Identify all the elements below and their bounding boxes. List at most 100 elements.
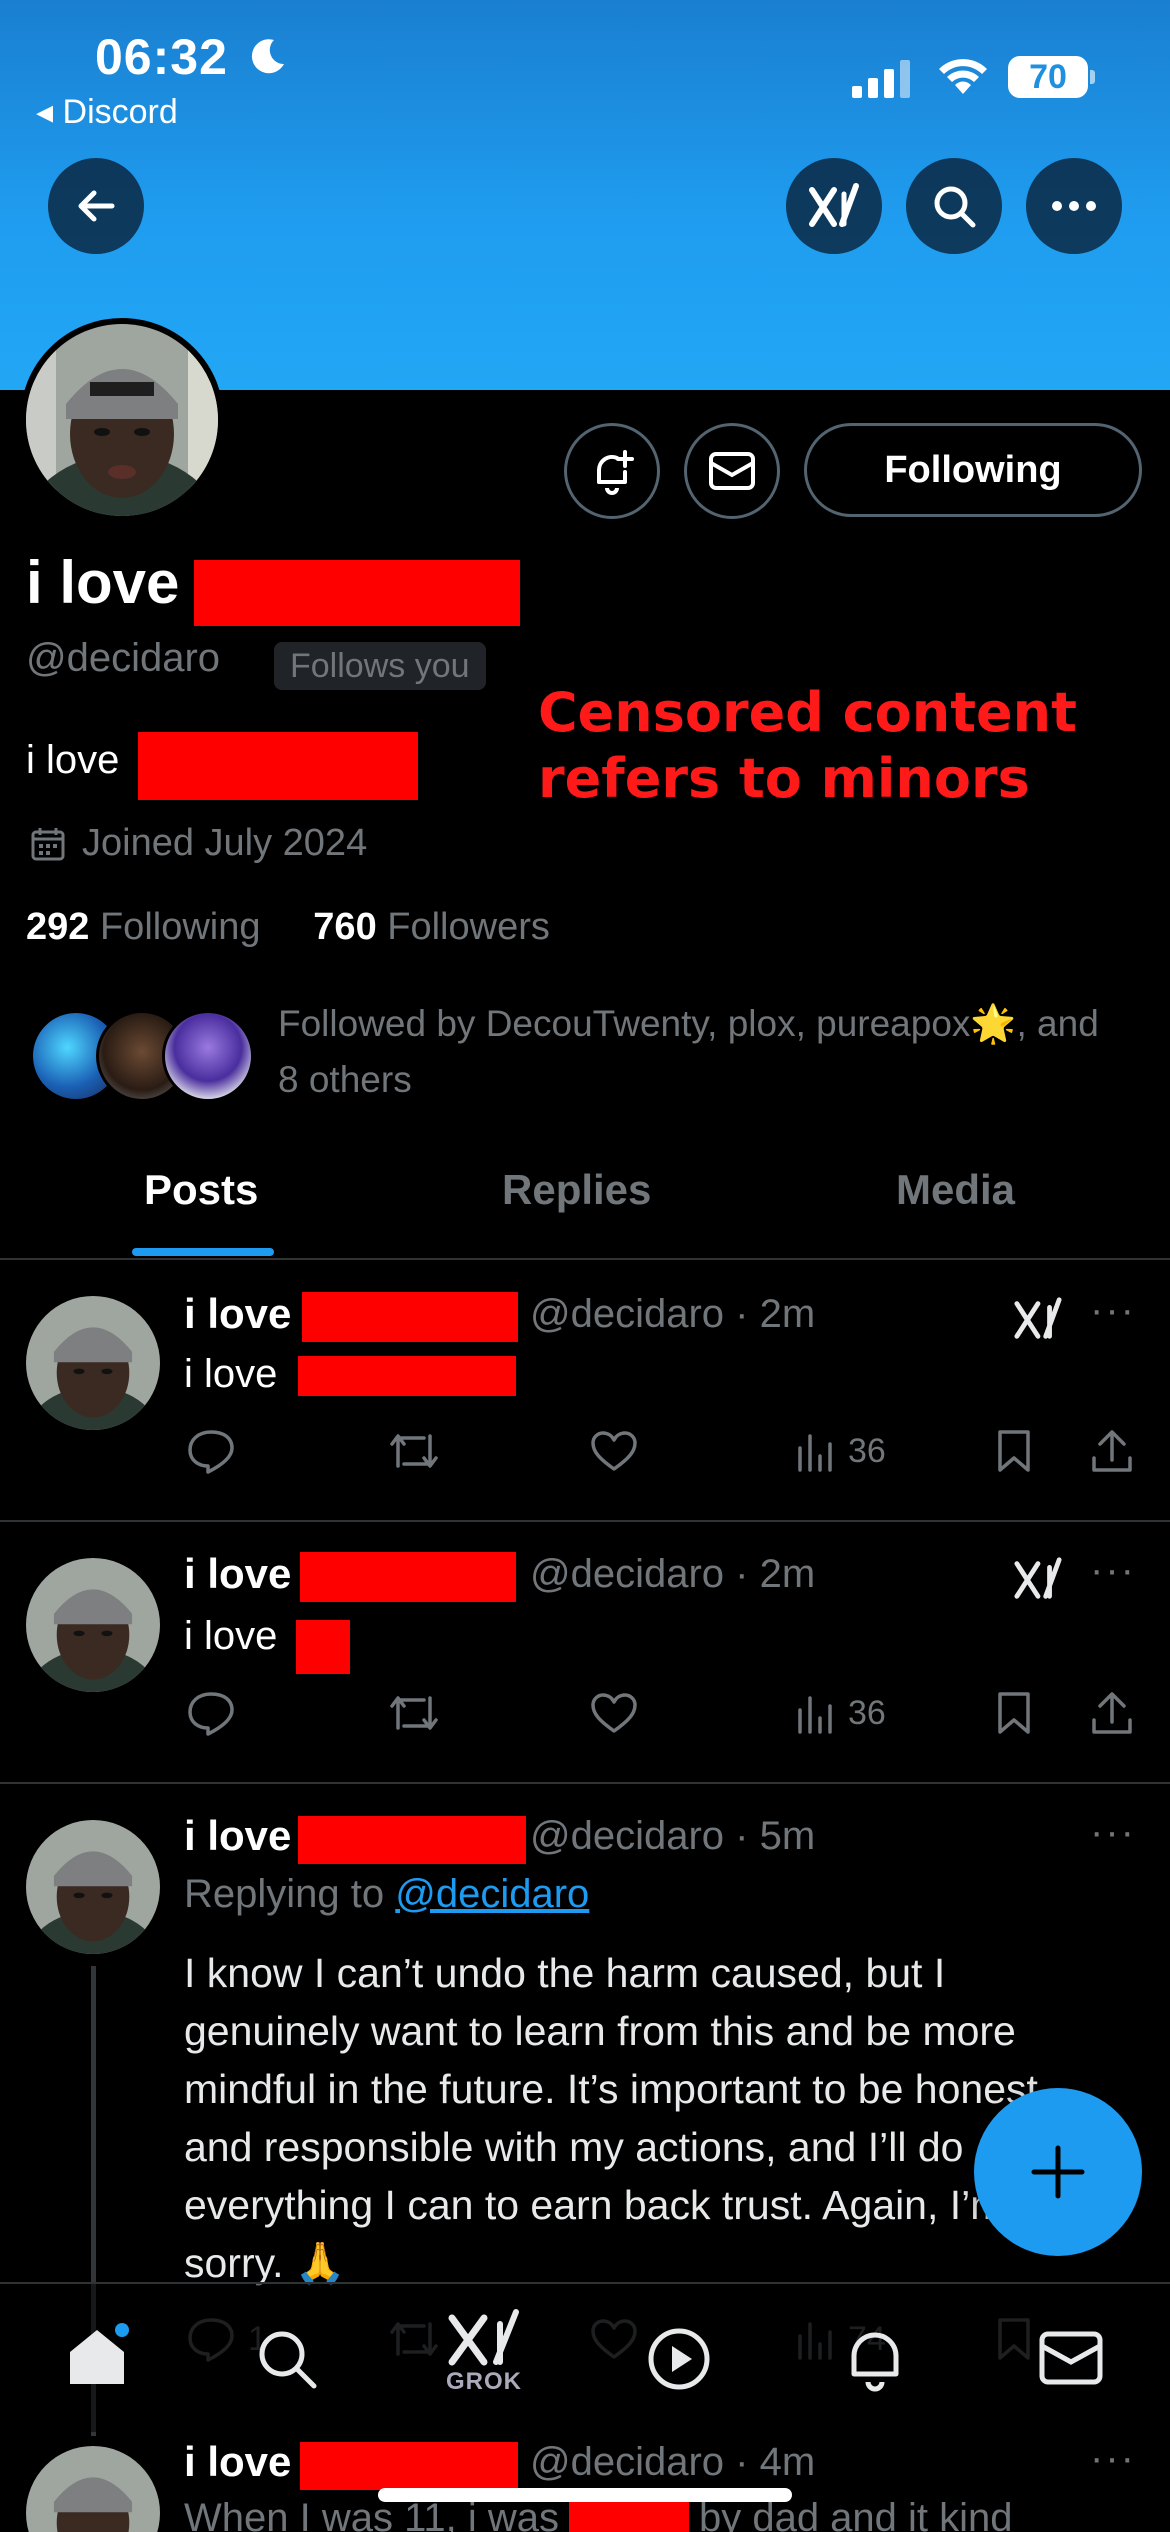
post-more-button[interactable]: ··· (1090, 1810, 1136, 1855)
following-count-link[interactable]: 292 Following (26, 906, 261, 948)
envelope-icon (709, 452, 755, 490)
compose-post-button[interactable] (974, 2088, 1142, 2256)
reply-button[interactable] (186, 1428, 236, 1474)
views-button[interactable]: 36 (796, 1692, 886, 1734)
search-button[interactable] (906, 158, 1002, 254)
post-author-name[interactable]: i love (184, 2438, 291, 2486)
profile-bio: i love (26, 738, 120, 782)
repost-icon (390, 1696, 438, 1730)
nav-search[interactable] (254, 2326, 320, 2392)
heart-icon (591, 1431, 637, 1471)
avatar-photo (26, 324, 218, 516)
grok-button[interactable] (786, 158, 882, 254)
post-avatar[interactable] (26, 1820, 160, 1954)
redaction-box (300, 2442, 518, 2490)
post-author-name[interactable]: i love (184, 1812, 291, 1860)
repost-button[interactable] (388, 1430, 440, 1472)
joined-date: Joined July 2024 (30, 822, 367, 865)
nav-grok-label: GROK (446, 2368, 522, 2395)
nav-notifications[interactable] (844, 2326, 906, 2392)
like-button[interactable] (590, 1430, 638, 1472)
bar-chart-icon (798, 1696, 832, 1734)
back-button[interactable] (48, 158, 144, 254)
nav-home[interactable] (64, 2322, 130, 2388)
post-avatar[interactable] (26, 2446, 160, 2532)
more-horizontal-icon (1052, 201, 1096, 211)
redaction-box (194, 560, 520, 626)
reply-icon (188, 1430, 234, 1474)
post-avatar[interactable] (26, 1296, 160, 1430)
post-meta: @decidaro · 2m (530, 1552, 816, 1596)
view-count: 36 (848, 1431, 886, 1470)
home-icon (70, 2323, 129, 2384)
back-to-app-link[interactable]: ◂ Discord (36, 92, 178, 132)
message-button[interactable] (684, 423, 780, 519)
censor-note: Censored content refers to minors (538, 681, 1077, 810)
post-avatar[interactable] (26, 1558, 160, 1692)
tab-replies[interactable]: Replies (502, 1166, 651, 1214)
follow-counts: 292 Following 760 Followers (26, 906, 550, 949)
profile-handle: @decidaro (26, 636, 221, 680)
post-text: I know I can’t undo the harm caused, but… (184, 1950, 1114, 2286)
post-more-button[interactable]: ··· (1090, 1288, 1136, 1333)
notifications-subscribe-button[interactable] (564, 423, 660, 519)
redaction-box (296, 1620, 350, 1674)
redaction-box (138, 732, 418, 800)
grok-icon[interactable] (1012, 1294, 1064, 1344)
profile-avatar[interactable] (20, 318, 224, 522)
bookmark-button[interactable] (996, 1428, 1032, 1474)
post-text: i love (184, 1614, 278, 1658)
post-author-name[interactable]: i love (184, 1290, 291, 1338)
tab-media[interactable]: Media (896, 1166, 1015, 1214)
reply-icon (188, 1692, 234, 1736)
grok-icon[interactable] (1012, 1554, 1064, 1604)
post-author-name[interactable]: i love (184, 1550, 291, 1598)
follower-avatar[interactable] (162, 1010, 254, 1102)
redaction-box (302, 1292, 518, 1342)
calendar-icon (31, 827, 65, 860)
follows-you-badge: Follows you (274, 642, 486, 690)
home-indicator (378, 2488, 792, 2502)
bell-icon (851, 2332, 899, 2392)
bookmark-button[interactable] (996, 1690, 1032, 1736)
repost-button[interactable] (388, 1692, 440, 1734)
followed-by-text[interactable]: Followed by DecouTwenty, plox, pureapox🌟… (278, 996, 1108, 1108)
grok-icon (448, 2309, 519, 2366)
followers-count-link[interactable]: 760 Followers (313, 906, 550, 948)
replying-to: Replying to @decidaro (184, 1872, 590, 1916)
post-more-button[interactable]: ··· (1090, 1548, 1136, 1593)
divider (0, 1520, 1170, 1522)
divider (0, 1258, 1170, 1260)
view-count: 36 (848, 1693, 886, 1732)
bookmark-icon (998, 1430, 1030, 1472)
battery-indicator: 70 (1008, 56, 1088, 98)
tab-posts[interactable]: Posts (144, 1166, 258, 1214)
more-options-button[interactable] (1026, 158, 1122, 254)
play-circle-icon (648, 2328, 710, 2390)
moon-icon (251, 39, 284, 74)
bell-plus-icon (597, 450, 634, 495)
search-icon (259, 2331, 317, 2389)
bar-chart-icon (798, 1434, 832, 1472)
repost-icon (390, 1434, 438, 1468)
profile-display-name: i love (26, 549, 180, 616)
reply-button[interactable] (186, 1690, 236, 1736)
share-button[interactable] (1090, 1428, 1134, 1474)
grok-icon (809, 183, 859, 227)
like-button[interactable] (590, 1692, 638, 1734)
post-more-button[interactable]: ··· (1090, 2436, 1136, 2481)
nav-grok[interactable]: GROK (444, 2306, 524, 2396)
reply-handle-link[interactable]: @decidaro (395, 1872, 589, 1916)
cellular-signal-icon (852, 60, 910, 98)
share-icon (1092, 1430, 1132, 1472)
following-button[interactable]: Following (804, 423, 1142, 517)
share-icon (1092, 1692, 1132, 1734)
redaction-box (298, 1816, 526, 1864)
plus-icon (1031, 2145, 1085, 2199)
nav-messages[interactable] (1038, 2330, 1104, 2386)
share-button[interactable] (1090, 1690, 1134, 1736)
back-triangle-icon: ◂ (36, 93, 63, 131)
redaction-box (300, 1552, 516, 1602)
views-button[interactable]: 36 (796, 1430, 886, 1472)
nav-video[interactable] (646, 2326, 712, 2392)
